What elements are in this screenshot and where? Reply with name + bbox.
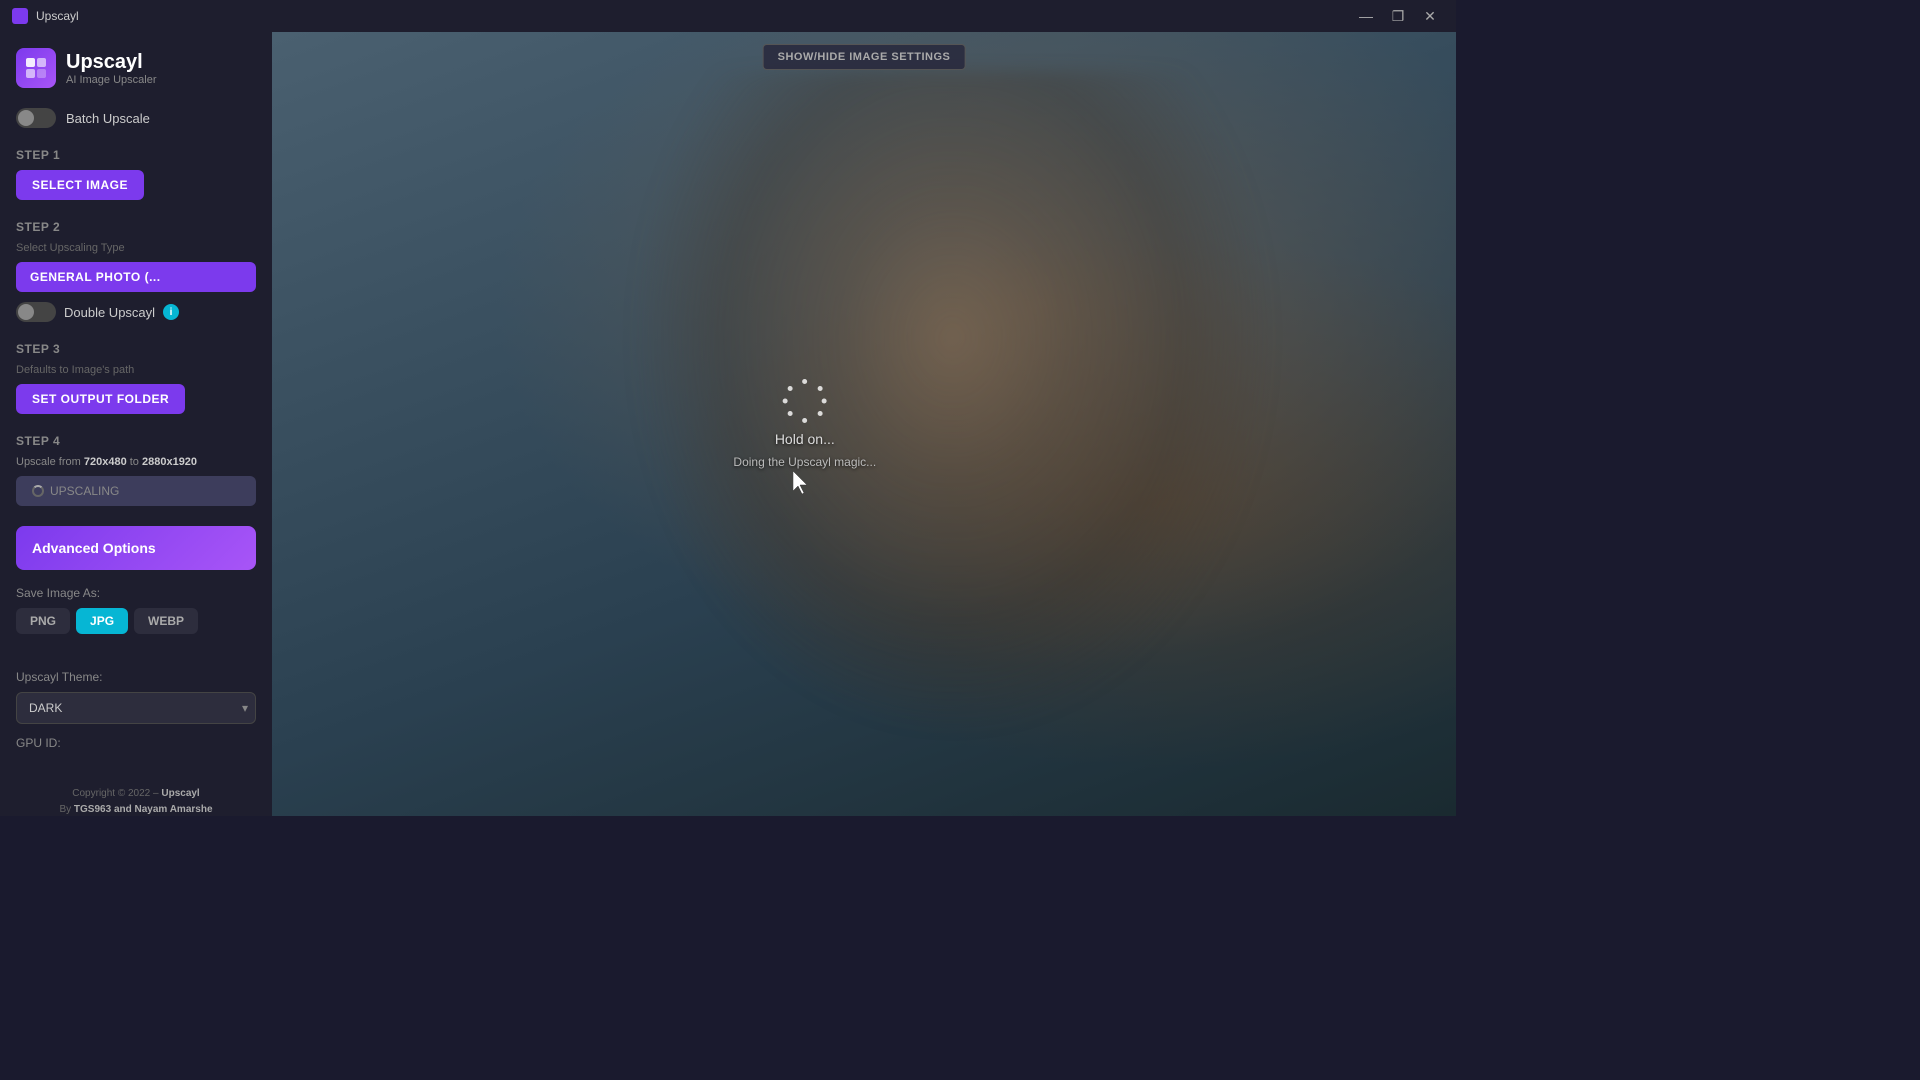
- set-output-folder-button[interactable]: SET OUTPUT FOLDER: [16, 384, 185, 414]
- format-png-button[interactable]: PNG: [16, 608, 70, 634]
- authors-text: TGS963 and Nayam Amarshe: [74, 804, 213, 815]
- step2-label: Step 2: [16, 220, 256, 234]
- batch-label: Batch Upscale: [66, 111, 150, 126]
- theme-label: Upscayl Theme:: [16, 670, 256, 684]
- app-subtitle: AI Image Upscaler: [66, 74, 156, 86]
- step3-label: Step 3: [16, 342, 256, 356]
- spinner-dot-2: [817, 386, 822, 391]
- batch-row: Batch Upscale: [16, 108, 256, 128]
- spinner-dot-4: [817, 411, 822, 416]
- sidebar: Upscayl AI Image Upscaler Batch Upscale …: [0, 32, 272, 816]
- step1-label: Step 1: [16, 148, 256, 162]
- format-webp-button[interactable]: WEBP: [134, 608, 198, 634]
- by-text: By: [59, 804, 71, 815]
- window-controls: — ❐ ✕: [1352, 6, 1444, 26]
- double-upscayl-toggle[interactable]: [16, 302, 56, 322]
- step3-section: Step 3 Defaults to Image's path SET OUTP…: [16, 342, 256, 414]
- app-name: Upscayl: [66, 51, 156, 74]
- upscaling-label: UPSCALING: [50, 484, 119, 498]
- upscaling-type-button[interactable]: GENERAL PHOTO (...: [16, 262, 256, 292]
- upscale-info: Upscale from 720x480 to 2880x1920: [16, 456, 256, 468]
- app-logo: [16, 48, 56, 88]
- spinner-dot-1: [802, 379, 807, 384]
- sidebar-footer: Copyright © 2022 – Upscayl By TGS963 and…: [16, 774, 256, 816]
- info-badge[interactable]: i: [163, 304, 179, 320]
- upscale-to: 2880x1920: [142, 456, 197, 468]
- main-content: SHOW/HIDE IMAGE SETTINGS Hold on... Doin…: [272, 32, 1456, 816]
- show-hide-button[interactable]: SHOW/HIDE IMAGE SETTINGS: [763, 44, 966, 70]
- spinner-dot-5: [802, 418, 807, 423]
- upscale-from: 720x480: [84, 456, 127, 468]
- spinner-dot-3: [822, 399, 827, 404]
- batch-toggle[interactable]: [16, 108, 56, 128]
- double-upscayl-label: Double Upscayl: [64, 305, 155, 320]
- gpu-label: GPU ID:: [16, 736, 256, 750]
- step1-section: Step 1 SELECT IMAGE: [16, 148, 256, 200]
- format-buttons: PNG JPG WEBP: [16, 608, 256, 634]
- figure-blur: [627, 71, 1278, 737]
- save-format-section: Save Image As: PNG JPG WEBP: [16, 586, 256, 650]
- advanced-options-button[interactable]: Advanced Options: [16, 526, 256, 570]
- spinner-dot-8: [787, 386, 792, 391]
- upscaling-button: UPSCALING: [16, 476, 256, 506]
- loading-text: Hold on...: [775, 431, 835, 447]
- loading-overlay: Hold on... Doing the Upscayl magic...: [733, 379, 876, 469]
- select-image-button[interactable]: SELECT IMAGE: [16, 170, 144, 200]
- cursor-icon: [793, 471, 813, 495]
- save-format-label: Save Image As:: [16, 586, 256, 600]
- spinner-dot-6: [787, 411, 792, 416]
- spinner-dot-7: [783, 399, 788, 404]
- app-icon: [12, 8, 28, 24]
- cursor-area: [793, 471, 813, 495]
- theme-section: Upscayl Theme: DARK LIGHT SYSTEM ▾: [16, 670, 256, 724]
- loading-subtext: Doing the Upscayl magic...: [733, 455, 876, 469]
- upscaling-spinner: [32, 485, 44, 497]
- theme-select[interactable]: DARK LIGHT SYSTEM: [16, 692, 256, 724]
- maximize-button[interactable]: ❐: [1384, 6, 1412, 26]
- step4-label: Step 4: [16, 434, 256, 448]
- close-button[interactable]: ✕: [1416, 6, 1444, 26]
- window-title: Upscayl: [36, 9, 1344, 23]
- copyright-text: Copyright © 2022 –: [72, 788, 158, 799]
- double-upscayl-row: Double Upscayl i: [16, 302, 256, 322]
- app-body: Upscayl AI Image Upscaler Batch Upscale …: [0, 32, 1456, 816]
- step2-section: Step 2 Select Upscaling Type GENERAL PHO…: [16, 220, 256, 322]
- app-title-group: Upscayl AI Image Upscaler: [66, 51, 156, 86]
- step2-desc: Select Upscaling Type: [16, 242, 256, 254]
- authors-line: By TGS963 and Nayam Amarshe: [16, 802, 256, 816]
- theme-select-wrapper: DARK LIGHT SYSTEM ▾: [16, 692, 256, 724]
- app-header: Upscayl AI Image Upscaler: [16, 48, 256, 88]
- minimize-button[interactable]: —: [1352, 6, 1380, 26]
- footer-app-name: Upscayl: [161, 788, 199, 799]
- titlebar: Upscayl — ❐ ✕: [0, 0, 1456, 32]
- loading-spinner: [783, 379, 827, 423]
- step4-section: Step 4 Upscale from 720x480 to 2880x1920…: [16, 434, 256, 506]
- copyright-line: Copyright © 2022 – Upscayl: [16, 786, 256, 802]
- gpu-section: GPU ID:: [16, 736, 256, 754]
- step3-desc: Defaults to Image's path: [16, 364, 256, 376]
- format-jpg-button[interactable]: JPG: [76, 608, 128, 634]
